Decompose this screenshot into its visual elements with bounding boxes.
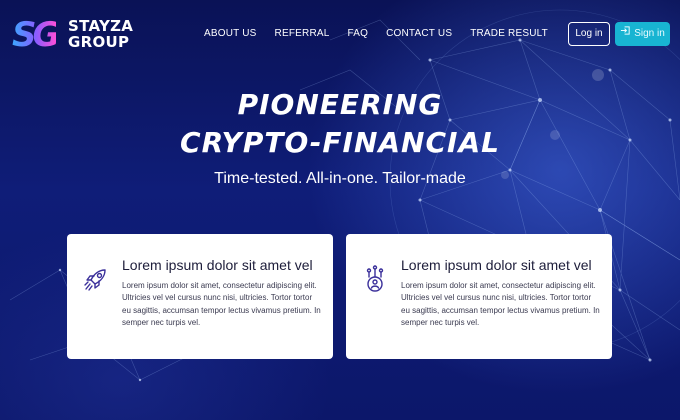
sign-in-icon bbox=[620, 22, 631, 46]
signin-button[interactable]: Sign in bbox=[615, 22, 670, 46]
card-title: Lorem ipsum dolor sit amet vel bbox=[401, 257, 592, 273]
site-header: SG STAYZA GROUP ABOUT US REFERRAL FAQ CO… bbox=[0, 0, 680, 70]
rocket-icon bbox=[81, 264, 111, 294]
login-button[interactable]: Log in bbox=[568, 22, 610, 46]
nav-referral[interactable]: REFERRAL bbox=[275, 28, 330, 39]
card-body: Lorem ipsum dolor sit amet, consectetur … bbox=[122, 281, 321, 327]
logo-mark: SG bbox=[12, 15, 60, 55]
brand-logo[interactable]: SG STAYZA GROUP bbox=[12, 14, 133, 56]
logo-wordmark: STAYZA GROUP bbox=[68, 18, 138, 50]
nav-about-us[interactable]: ABOUT US bbox=[204, 28, 257, 39]
hero-heading: PIONEERING CRYPTO-FINANCIAL bbox=[0, 86, 680, 162]
hero-title-line-2: CRYPTO-FINANCIAL bbox=[180, 126, 500, 159]
nav-trade-result[interactable]: TRADE RESULT bbox=[470, 28, 548, 39]
card-title: Lorem ipsum dolor sit amet vel bbox=[122, 257, 313, 273]
feature-card: Lorem ipsum dolor sit amet vel Lorem ips… bbox=[346, 234, 612, 359]
card-body: Lorem ipsum dolor sit amet, consectetur … bbox=[401, 281, 600, 327]
feature-card: Lorem ipsum dolor sit amet vel Lorem ips… bbox=[67, 234, 333, 359]
signin-label: Sign in bbox=[634, 28, 665, 39]
logo-line-1: STAYZA bbox=[68, 17, 134, 35]
logo-line-2: GROUP bbox=[68, 33, 130, 51]
nav-faq[interactable]: FAQ bbox=[348, 28, 369, 39]
hero-subtitle: Time-tested. All-in-one. Tailor-made bbox=[214, 170, 466, 187]
network-user-icon bbox=[360, 264, 390, 294]
hero-title-line-1: PIONEERING bbox=[237, 88, 443, 121]
nav-contact-us[interactable]: CONTACT US bbox=[386, 28, 452, 39]
main-nav: ABOUT US REFERRAL FAQ CONTACT US TRADE R… bbox=[204, 28, 566, 39]
